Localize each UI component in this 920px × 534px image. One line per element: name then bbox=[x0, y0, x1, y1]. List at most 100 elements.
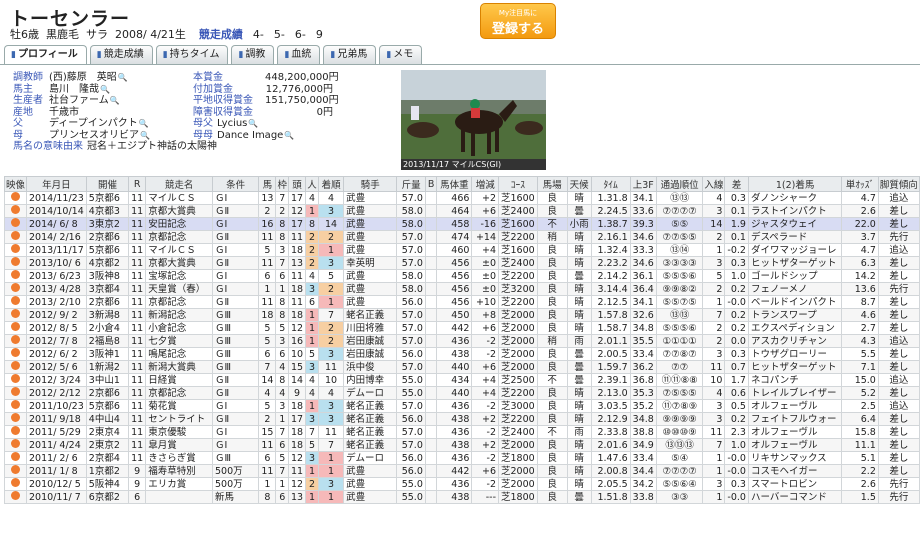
search-icon[interactable]: 🔍 bbox=[110, 96, 120, 105]
cell-race-name[interactable]: きさらぎ賞 bbox=[145, 451, 213, 465]
tab-best-times[interactable]: ▮ 持ちタイム bbox=[155, 45, 229, 65]
video-icon[interactable] bbox=[11, 439, 20, 448]
video-icon[interactable] bbox=[11, 348, 20, 357]
cell-race-name[interactable]: 小倉記念 bbox=[145, 321, 213, 335]
cell-video[interactable] bbox=[3, 308, 28, 322]
table-row[interactable]: 2012/ 6/ 2 3阪神1 11 鳴尾記念 ＧⅢ 6 6 10 5 3 岩田康誠 56.0 438-… bbox=[3, 347, 920, 361]
cell-winner[interactable]: アスカクリチャン bbox=[747, 334, 843, 348]
cell-video[interactable] bbox=[3, 282, 28, 296]
tab-pedigree[interactable]: ▮ 血統 bbox=[277, 45, 321, 65]
cell-race-name[interactable] bbox=[145, 490, 213, 504]
cell-jockey[interactable]: 蛯名正義 bbox=[343, 425, 398, 439]
table-row[interactable]: 2014/ 2/16 2京都6 11 京都記念 ＧⅡ 11 8 11 2 2 武豊 57.0 474 +1… bbox=[3, 230, 920, 244]
cell-meeting[interactable]: 3東京2 bbox=[85, 217, 130, 231]
cell-meeting[interactable]: 3新潟8 bbox=[85, 308, 130, 322]
video-icon[interactable] bbox=[11, 192, 20, 201]
cell-jockey[interactable]: 武豊 bbox=[343, 464, 398, 478]
profile-value-dam[interactable]: プリンセスオリビア bbox=[49, 130, 139, 142]
cell-race-name[interactable]: 宝塚記念 bbox=[145, 269, 213, 283]
cell-meeting[interactable]: 1新潟2 bbox=[85, 360, 130, 374]
table-row[interactable]: 2012/ 2/12 2京都6 11 京都記念 ＧⅡ 4 4 9 4 4 デムーロ 55.0 440 +4… bbox=[3, 386, 920, 400]
video-icon[interactable] bbox=[11, 426, 20, 435]
search-icon[interactable]: 🔍 bbox=[118, 73, 128, 82]
cell-winner[interactable]: フェノーメノ bbox=[747, 282, 843, 296]
video-icon[interactable] bbox=[11, 452, 20, 461]
cell-winner[interactable]: トランスワープ bbox=[747, 308, 843, 322]
cell-jockey[interactable]: 武豊 bbox=[343, 230, 398, 244]
cell-jockey[interactable]: 武豊 bbox=[343, 204, 398, 218]
cell-winner[interactable]: フェイトフルウォー bbox=[747, 412, 843, 426]
table-row[interactable]: 2011/ 5/29 2東京4 11 東京優駿 ＧⅠ 15 7 18 7 11 蛯名正義 57.0 43… bbox=[3, 425, 920, 439]
cell-meeting[interactable]: 2東京2 bbox=[85, 438, 130, 452]
video-icon[interactable] bbox=[11, 374, 20, 383]
cell-winner[interactable]: ラストインパクト bbox=[747, 204, 843, 218]
table-row[interactable]: 2012/ 9/ 2 3新潟8 11 新潟記念 ＧⅢ 18 8 18 1 7 蛯名正義 57.0 450… bbox=[3, 308, 920, 322]
tab-race-record[interactable]: ▮ 競走成績 bbox=[89, 45, 153, 65]
table-row[interactable]: 2014/10/14 4京都3 11 京都大賞典 ＧⅡ 2 2 12 1 3 武豊 58.0 464 +6… bbox=[3, 204, 920, 218]
cell-jockey[interactable]: デムーロ bbox=[343, 386, 398, 400]
cell-jockey[interactable]: 幸英明 bbox=[343, 256, 398, 270]
cell-video[interactable] bbox=[3, 438, 28, 452]
cell-video[interactable] bbox=[3, 477, 28, 491]
table-row[interactable]: 2014/ 6/ 8 3東京2 11 安田記念 ＧⅠ 16 8 17 8 14 武豊 58.0 458-… bbox=[3, 217, 920, 231]
table-row[interactable]: 2012/ 8/ 5 2小倉4 11 小倉記念 ＧⅢ 5 5 12 1 2 川田将雅 57.0 442 +… bbox=[3, 321, 920, 335]
table-row[interactable]: 2013/10/ 6 4京都2 11 京都大賞典 ＧⅡ 11 7 13 2 3 幸英明 57.0 456… bbox=[3, 256, 920, 270]
cell-meeting[interactable]: 4京都2 bbox=[85, 256, 130, 270]
cell-video[interactable] bbox=[3, 412, 28, 426]
tab-profile[interactable]: ▮ プロフィール bbox=[4, 45, 87, 65]
search-icon[interactable]: 🔍 bbox=[284, 131, 294, 140]
profile-value-dam-sire[interactable]: Lycius bbox=[217, 118, 247, 130]
video-icon[interactable] bbox=[11, 491, 20, 500]
cell-winner[interactable]: ハーバーコマンド bbox=[747, 490, 843, 504]
cell-race-name[interactable]: 京都大賞典 bbox=[145, 256, 213, 270]
profile-value-breeder[interactable]: 社台ファーム bbox=[49, 95, 109, 107]
table-row[interactable]: 2014/11/23 5京都6 11 マイルＣＳ ＧⅠ 13 7 17 4 4 武豊 57.0 466 +… bbox=[3, 191, 920, 205]
video-icon[interactable] bbox=[11, 465, 20, 474]
cell-winner[interactable]: コスモヘイガー bbox=[747, 464, 843, 478]
cell-jockey[interactable]: 蛯名正義 bbox=[343, 438, 398, 452]
tab-training[interactable]: ▮ 調教 bbox=[231, 45, 275, 65]
cell-race-name[interactable]: 安田記念 bbox=[145, 217, 213, 231]
table-row[interactable]: 2012/ 5/ 6 1新潟2 11 新潟大賞典 ＧⅢ 7 4 15 3 11 浜中俊 57.0 440… bbox=[3, 360, 920, 374]
cell-winner[interactable]: オルフェーヴル bbox=[747, 425, 843, 439]
table-row[interactable]: 2012/ 7/ 8 2福島8 11 七夕賞 ＧⅢ 5 3 16 1 2 岩田康誠 57.0 436 -2… bbox=[3, 334, 920, 348]
cell-race-name[interactable]: 鳴尾記念 bbox=[145, 347, 213, 361]
cell-jockey[interactable]: 武豊 bbox=[343, 217, 398, 231]
video-icon[interactable] bbox=[11, 335, 20, 344]
video-icon[interactable] bbox=[11, 361, 20, 370]
video-icon[interactable] bbox=[11, 283, 20, 292]
cell-winner[interactable]: ベールドインパクト bbox=[747, 295, 843, 309]
video-icon[interactable] bbox=[11, 205, 20, 214]
register-favorite-button[interactable]: My注目馬に 登録する bbox=[480, 3, 556, 39]
video-icon[interactable] bbox=[11, 244, 20, 253]
search-icon[interactable]: 🔍 bbox=[248, 119, 258, 128]
cell-jockey[interactable]: 蛯名正義 bbox=[343, 308, 398, 322]
cell-jockey[interactable]: 内田博幸 bbox=[343, 373, 398, 387]
cell-race-name[interactable]: エリカ賞 bbox=[145, 477, 213, 491]
cell-video[interactable] bbox=[3, 269, 28, 283]
cell-winner[interactable]: ダノンシャーク bbox=[747, 191, 843, 205]
cell-video[interactable] bbox=[3, 490, 28, 504]
table-row[interactable]: 2010/11/ 7 6京都2 6 新馬 8 6 13 1 1 武豊 55.0 438 --- 芝1800… bbox=[3, 490, 920, 504]
cell-winner[interactable]: オルフェーヴル bbox=[747, 438, 843, 452]
cell-meeting[interactable]: 2京都6 bbox=[85, 295, 130, 309]
search-icon[interactable]: 🔍 bbox=[139, 119, 149, 128]
cell-jockey[interactable]: 川田将雅 bbox=[343, 321, 398, 335]
search-icon[interactable]: 🔍 bbox=[140, 131, 150, 140]
cell-meeting[interactable]: 3中山1 bbox=[85, 373, 130, 387]
cell-jockey[interactable]: 武豊 bbox=[343, 490, 398, 504]
cell-meeting[interactable]: 5京都6 bbox=[85, 243, 130, 257]
cell-meeting[interactable]: 3阪神8 bbox=[85, 269, 130, 283]
cell-winner[interactable]: トウザグローリー bbox=[747, 347, 843, 361]
video-icon[interactable] bbox=[11, 296, 20, 305]
cell-meeting[interactable]: 5京都6 bbox=[85, 399, 130, 413]
cell-race-name[interactable]: マイルＣＳ bbox=[145, 191, 213, 205]
cell-jockey[interactable]: 岩田康誠 bbox=[343, 334, 398, 348]
cell-race-name[interactable]: 福寿草特別 bbox=[145, 464, 213, 478]
cell-jockey[interactable]: 岩田康誠 bbox=[343, 347, 398, 361]
cell-jockey[interactable]: デムーロ bbox=[343, 451, 398, 465]
table-row[interactable]: 2011/ 1/ 8 1京都2 9 福寿草特別 500万 11 7 11 1 1 武豊 56.0 442… bbox=[3, 464, 920, 478]
table-row[interactable]: 2011/ 2/ 6 2京都4 11 きさらぎ賞 ＧⅢ 6 5 12 3 1 デムーロ 56.0 436… bbox=[3, 451, 920, 465]
cell-meeting[interactable]: 2京都6 bbox=[85, 386, 130, 400]
video-icon[interactable] bbox=[11, 309, 20, 318]
